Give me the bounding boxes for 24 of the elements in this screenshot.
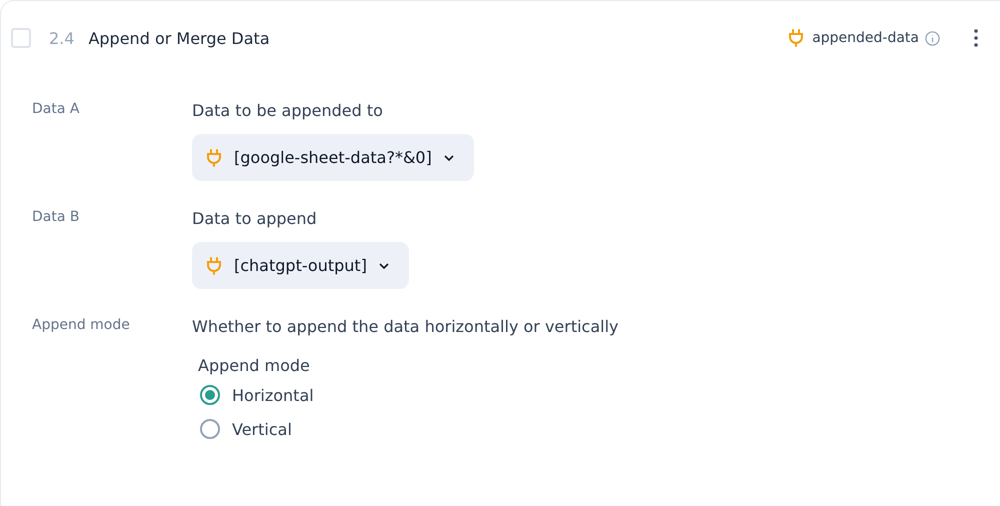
radio-button[interactable] (200, 419, 220, 439)
radio-button[interactable] (200, 385, 220, 405)
step-number: 2.4 (49, 28, 74, 48)
output-name: appended-data (812, 30, 919, 46)
data-select[interactable]: [chatgpt-output] (192, 242, 409, 289)
data-select[interactable]: [google-sheet-data?*&0] (192, 134, 474, 181)
field-label: Data B (32, 208, 80, 227)
plug-icon (788, 29, 804, 47)
more-icon[interactable] (974, 29, 978, 47)
field-description: Data to append (192, 209, 317, 228)
field-label: Data A (32, 100, 80, 119)
plug-icon (206, 148, 222, 166)
radio-group-label: Append mode (198, 356, 310, 375)
step-title: Append or Merge Data (88, 28, 271, 48)
field-label: Append mode (32, 316, 131, 335)
info-icon[interactable] (925, 30, 940, 46)
plug-icon (206, 256, 222, 274)
radio-label: Horizontal (232, 386, 314, 404)
checkbox[interactable] (11, 28, 31, 48)
radio-label: Vertical (232, 420, 292, 438)
chevron-down-icon (378, 262, 389, 268)
field-description: Whether to append the data horizontally or vertically (192, 317, 619, 336)
field-description: Data to be appended to (192, 101, 383, 120)
chevron-down-icon (444, 154, 454, 160)
